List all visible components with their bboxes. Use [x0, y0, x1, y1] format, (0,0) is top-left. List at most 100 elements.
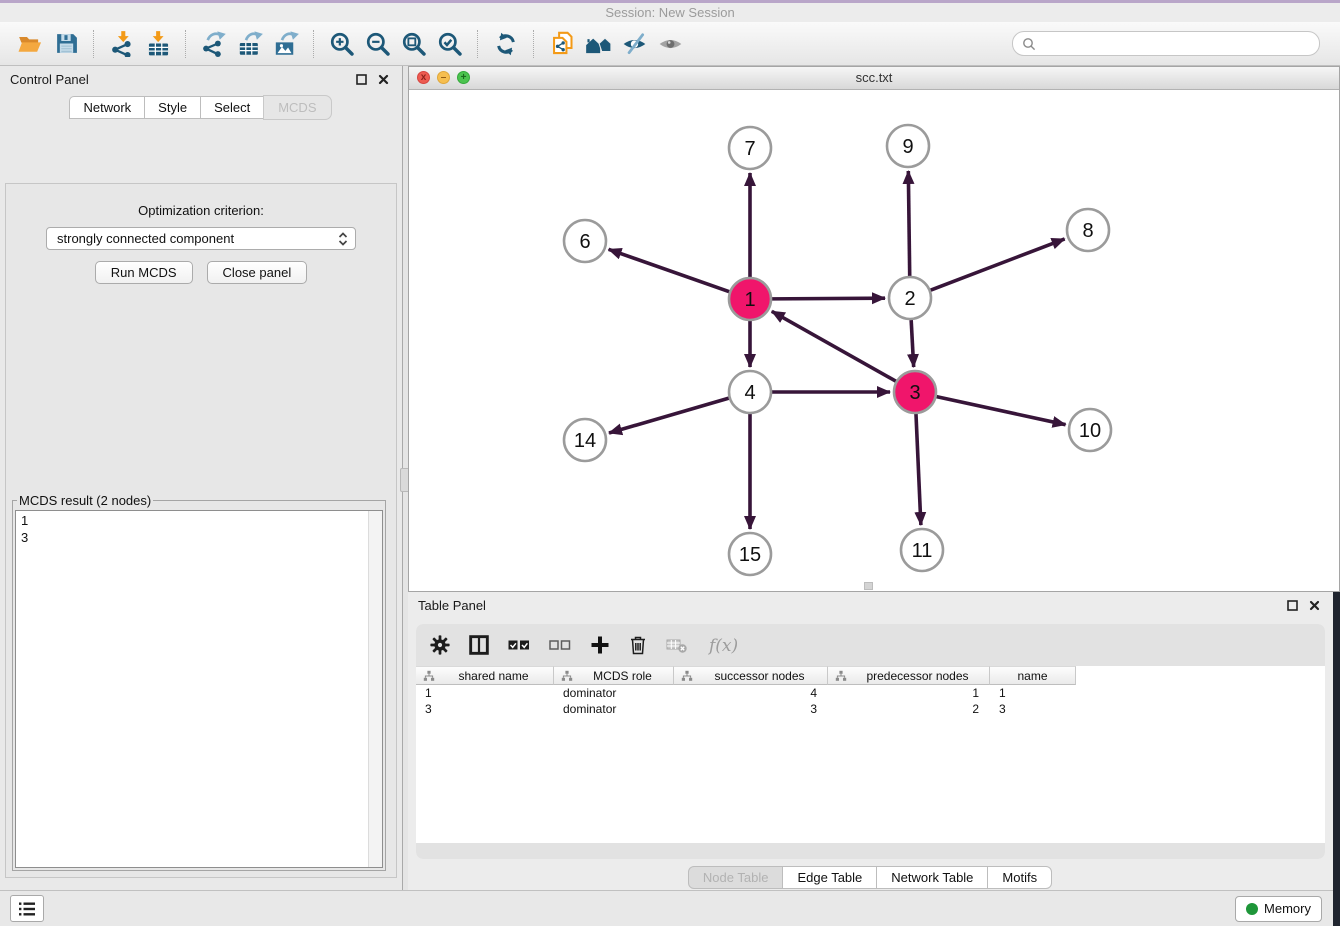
graph-node-10[interactable]: 10 [1069, 409, 1111, 451]
main-toolbar [0, 22, 1340, 66]
refresh-view-button[interactable] [488, 26, 524, 62]
delete-icon [629, 635, 647, 655]
svg-text:1: 1 [744, 289, 755, 311]
import-table-button[interactable] [140, 26, 176, 62]
graph-edge-3-1[interactable] [772, 311, 896, 381]
task-history-button[interactable] [10, 895, 44, 922]
run-mcds-button[interactable]: Run MCDS [95, 261, 193, 284]
graph-edge-3-10[interactable] [936, 397, 1065, 425]
canvas-resize-handle[interactable] [864, 582, 873, 590]
graph-node-11[interactable]: 11 [901, 529, 943, 571]
column-header-name[interactable]: name [990, 666, 1076, 685]
function-icon: f(x) [707, 633, 741, 657]
graph-node-15[interactable]: 15 [729, 533, 771, 575]
column-header-predecessor-nodes[interactable]: predecessor nodes [828, 666, 990, 685]
result-scrollbar[interactable] [368, 511, 382, 867]
tab-motifs[interactable]: Motifs [987, 866, 1052, 889]
graph-node-9[interactable]: 9 [887, 125, 929, 167]
save-session-button[interactable] [48, 26, 84, 62]
unselect-all-button[interactable] [549, 637, 571, 653]
copy-network-button[interactable] [544, 26, 580, 62]
delete-button[interactable] [629, 635, 647, 655]
copy-network-icon [549, 30, 576, 57]
zoom-window-button[interactable]: + [457, 71, 470, 84]
float-table-panel-button[interactable] [1283, 596, 1301, 614]
graph-node-6[interactable]: 6 [564, 220, 606, 262]
list-menu-icon [18, 901, 36, 917]
graph-node-1[interactable]: 1 [729, 278, 771, 320]
close-window-button[interactable]: x [417, 71, 430, 84]
show-graphics-button[interactable] [652, 26, 688, 62]
cell-predecessor-nodes: 2 [828, 702, 990, 716]
delete-table-button [666, 636, 688, 654]
graph-node-4[interactable]: 4 [729, 371, 771, 413]
graph-node-14[interactable]: 14 [564, 419, 606, 461]
float-panel-button[interactable] [352, 70, 370, 88]
hide-graphics-button[interactable] [616, 26, 652, 62]
control-panel-header: Control Panel [0, 66, 402, 92]
export-table-button[interactable] [232, 26, 268, 62]
tab-network[interactable]: Network [69, 96, 145, 119]
column-header-mcds-role[interactable]: MCDS role [554, 666, 674, 685]
graph-edge-2-3[interactable] [911, 320, 914, 367]
tab-network-table[interactable]: Network Table [876, 866, 988, 889]
close-panel-button[interactable] [374, 70, 392, 88]
search-input[interactable] [1041, 35, 1310, 52]
graph-edge-3-11[interactable] [916, 414, 921, 525]
column-header-shared-name[interactable]: shared name [416, 666, 554, 685]
control-panel-title: Control Panel [10, 72, 89, 87]
graph-node-8[interactable]: 8 [1067, 209, 1109, 251]
close-table-panel-button[interactable] [1305, 596, 1323, 614]
add-button[interactable] [590, 635, 610, 655]
function-button: f(x) [707, 633, 741, 657]
export-image-button[interactable] [268, 26, 304, 62]
svg-text:f(x): f(x) [707, 636, 738, 656]
tab-style[interactable]: Style [144, 96, 201, 119]
node-table-container: f(x) shared nameMCDS rolesuccessor nodes… [416, 624, 1325, 859]
tab-mcds[interactable]: MCDS [263, 95, 331, 120]
table-row[interactable]: 1dominator411 [416, 685, 1325, 701]
graph-edge-1-6[interactable] [609, 249, 730, 291]
cell-successor-nodes: 3 [674, 702, 828, 716]
open-session-button[interactable] [12, 26, 48, 62]
close-panel-action-button[interactable]: Close panel [207, 261, 308, 284]
zoom-out-button[interactable] [360, 26, 396, 62]
export-network-icon [201, 30, 228, 57]
toolbar-separator [185, 30, 187, 58]
tree-icon [681, 670, 693, 682]
zoom-selected-button[interactable] [432, 26, 468, 62]
tree-icon [835, 670, 847, 682]
cell-mcds-role: dominator [554, 686, 674, 700]
graph-edge-4-14[interactable] [609, 398, 729, 433]
import-network-button[interactable] [104, 26, 140, 62]
column-header-label: name [994, 669, 1071, 683]
graph-edge-2-8[interactable] [931, 239, 1065, 290]
cell-mcds-role: dominator [554, 702, 674, 716]
optimization-criterion-select[interactable]: strongly connected component [46, 227, 356, 250]
graph-edge-1-2[interactable] [772, 298, 885, 299]
network-canvas[interactable]: 7 9 6 8 1 2 4 3 14 10 15 11 [409, 90, 1339, 592]
tree-icon [423, 670, 435, 682]
graph-edge-2-9[interactable] [908, 171, 909, 276]
minimize-window-button[interactable]: – [437, 71, 450, 84]
table-row[interactable]: 3dominator323 [416, 701, 1325, 717]
search-field[interactable] [1012, 31, 1320, 56]
tab-edge-table[interactable]: Edge Table [782, 866, 877, 889]
graph-node-2[interactable]: 2 [889, 277, 931, 319]
settings-gear-button[interactable] [430, 635, 450, 655]
svg-text:15: 15 [739, 544, 761, 566]
graph-node-3[interactable]: 3 [894, 371, 936, 413]
select-all-button[interactable] [508, 637, 530, 653]
network-overview-button[interactable] [580, 26, 616, 62]
cell-predecessor-nodes: 1 [828, 686, 990, 700]
graph-node-7[interactable]: 7 [729, 127, 771, 169]
toggle-columns-button[interactable] [469, 635, 489, 655]
tab-node-table[interactable]: Node Table [688, 866, 784, 889]
export-network-button[interactable] [196, 26, 232, 62]
zoom-in-button[interactable] [324, 26, 360, 62]
mcds-result-list[interactable]: 13 [15, 510, 383, 868]
memory-button[interactable]: Memory [1235, 896, 1322, 922]
tab-select[interactable]: Select [200, 96, 264, 119]
zoom-fit-button[interactable] [396, 26, 432, 62]
column-header-successor-nodes[interactable]: successor nodes [674, 666, 828, 685]
